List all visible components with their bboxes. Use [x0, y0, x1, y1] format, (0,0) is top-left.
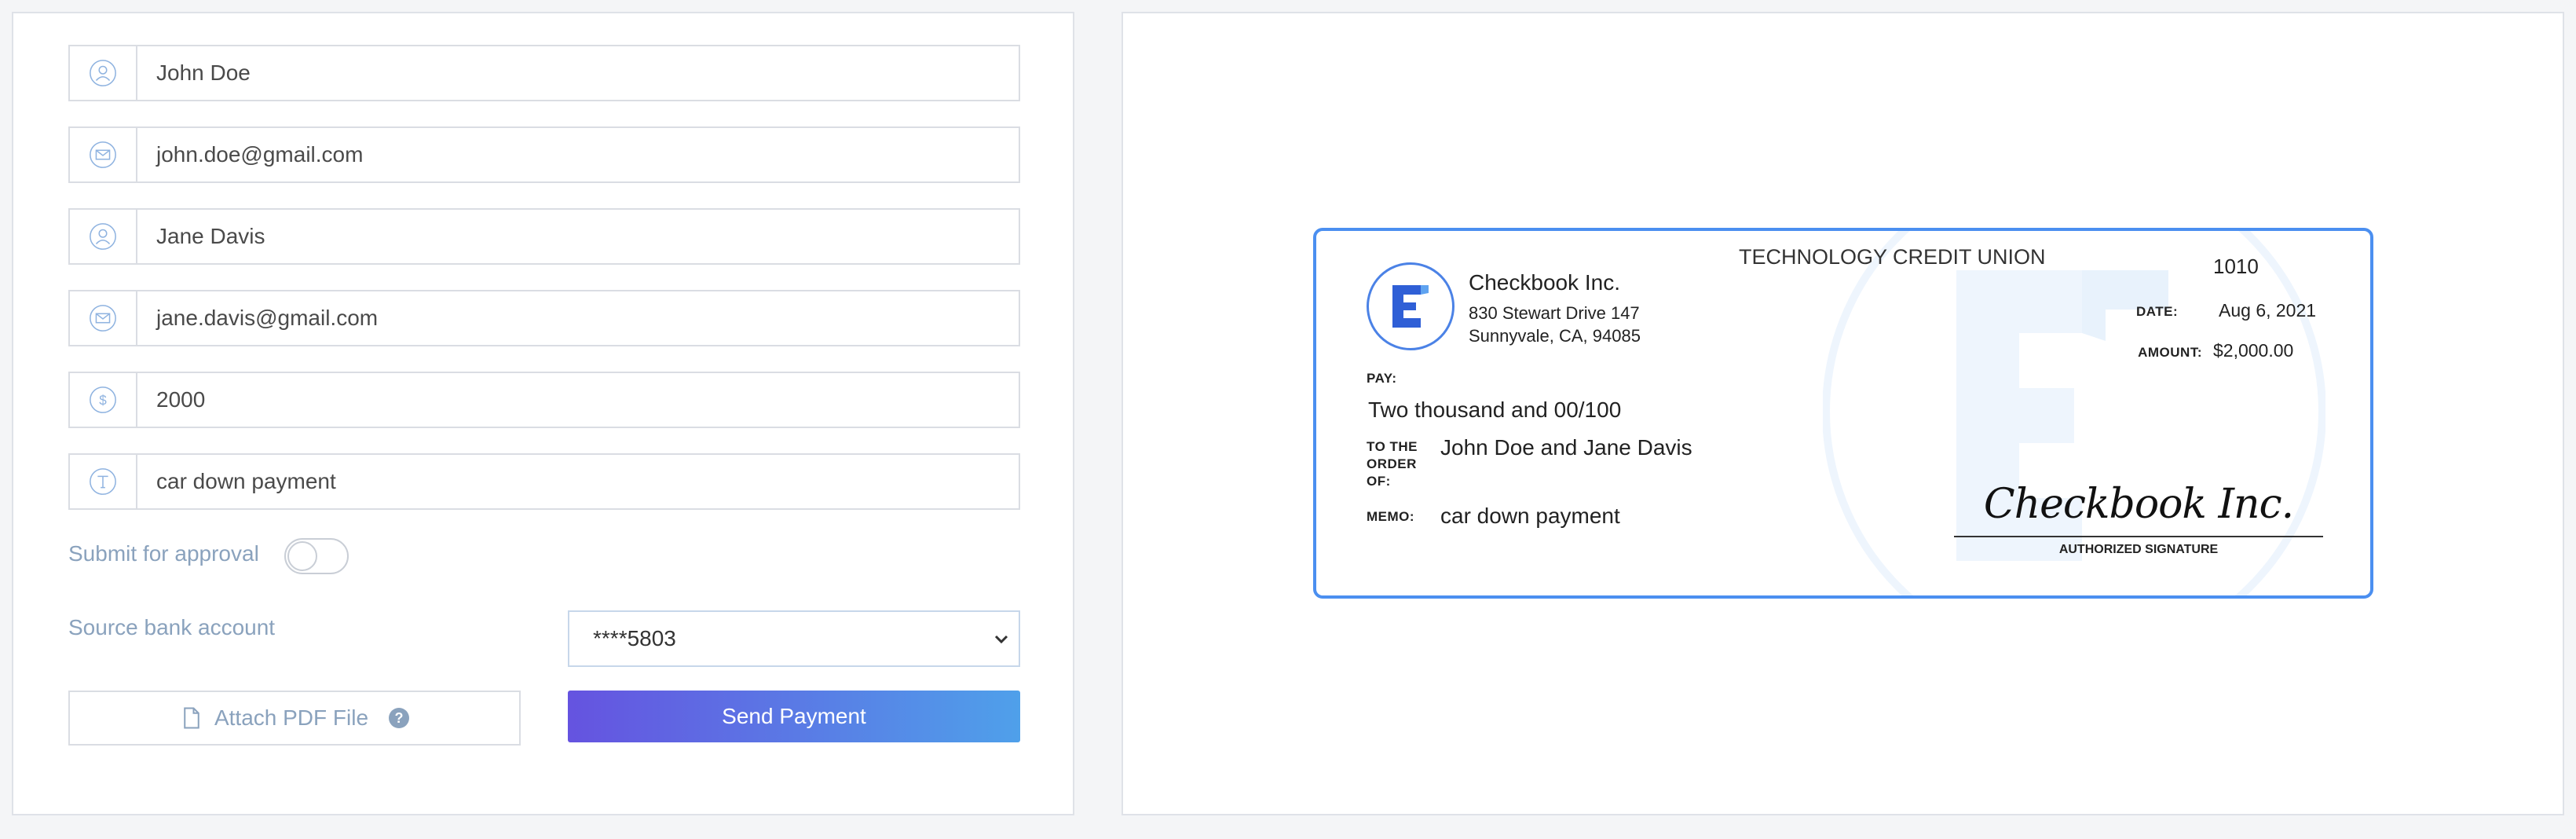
signature-caption: AUTHORIZED SIGNATURE [2058, 543, 2219, 556]
check-number: 1010 [2213, 255, 2259, 278]
memo-input[interactable]: car down payment [137, 455, 1019, 508]
chevron-down-icon [994, 635, 1008, 644]
help-icon[interactable]: ? [389, 708, 410, 728]
user-icon [70, 46, 137, 100]
signature-line [1954, 536, 2323, 537]
memo-value: car down payment [1440, 504, 1620, 528]
recipient-name-field[interactable]: Jane Davis [68, 208, 1020, 265]
pay-amount-words: Two thousand and 00/100 [1368, 398, 1622, 422]
address-line-1: 830 Stewart Drive 147 [1469, 303, 1640, 323]
source-account-label: Source bank account [68, 615, 276, 639]
date-label: DATE: [2136, 304, 2179, 319]
pay-label: PAY: [1367, 371, 1397, 386]
checkbook-logo-icon [1367, 262, 1454, 350]
file-icon [184, 707, 199, 729]
sender-name-field[interactable]: John Doe [68, 45, 1020, 101]
order-label-line-3: OF: [1367, 474, 1391, 489]
user-icon [70, 210, 137, 263]
recipient-email-input[interactable]: jane.davis@gmail.com [137, 291, 1019, 345]
recipient-name-input[interactable]: Jane Davis [137, 210, 1019, 263]
approval-toggle[interactable] [284, 538, 349, 574]
memo-field[interactable]: car down payment [68, 453, 1020, 510]
check-preview-panel: Checkbook Inc. 830 Stewart Drive 147 Sun… [1122, 12, 2564, 815]
amount-input[interactable]: 2000 [137, 373, 1019, 427]
dollar-icon: $ [70, 373, 137, 427]
payment-form-panel: John Doe john.doe@gmail.com Jane Davis j… [12, 12, 1074, 815]
svg-text:$: $ [99, 394, 107, 409]
memo-label: MEMO: [1367, 509, 1415, 524]
company-name: Checkbook Inc. [1469, 270, 1620, 295]
sender-email-field[interactable]: john.doe@gmail.com [68, 126, 1020, 183]
address-line-2: Sunnyvale, CA, 94085 [1469, 326, 1641, 346]
order-label-line-1: TO THE [1367, 439, 1418, 454]
bank-name: TECHNOLOGY CREDIT UNION [1739, 245, 2046, 269]
payee-names: John Doe and Jane Davis [1440, 435, 1692, 460]
attach-pdf-label: Attach PDF File [214, 705, 369, 730]
text-icon [70, 455, 137, 508]
amount-field[interactable]: $ 2000 [68, 372, 1020, 428]
toggle-knob [287, 541, 317, 571]
approval-label: Submit for approval [68, 541, 259, 566]
amount-label: AMOUNT: [2138, 345, 2202, 360]
recipient-email-field[interactable]: jane.davis@gmail.com [68, 290, 1020, 346]
amount-value: $2,000.00 [2213, 340, 2294, 361]
date-value: Aug 6, 2021 [2219, 300, 2317, 321]
source-account-value: ****5803 [593, 626, 676, 650]
send-payment-button[interactable]: Send Payment [568, 691, 1020, 742]
attach-pdf-button[interactable]: Attach PDF File ? [68, 691, 521, 746]
order-label-line-2: ORDER [1367, 456, 1417, 471]
sender-name-input[interactable]: John Doe [137, 46, 1019, 100]
source-account-select[interactable]: ****5803 [568, 610, 1020, 667]
sender-email-input[interactable]: john.doe@gmail.com [137, 128, 1019, 181]
envelope-icon [70, 291, 137, 345]
check-preview: Checkbook Inc. 830 Stewart Drive 147 Sun… [1313, 228, 2373, 599]
signature: Checkbook Inc. [1983, 481, 2294, 528]
envelope-icon [70, 128, 137, 181]
